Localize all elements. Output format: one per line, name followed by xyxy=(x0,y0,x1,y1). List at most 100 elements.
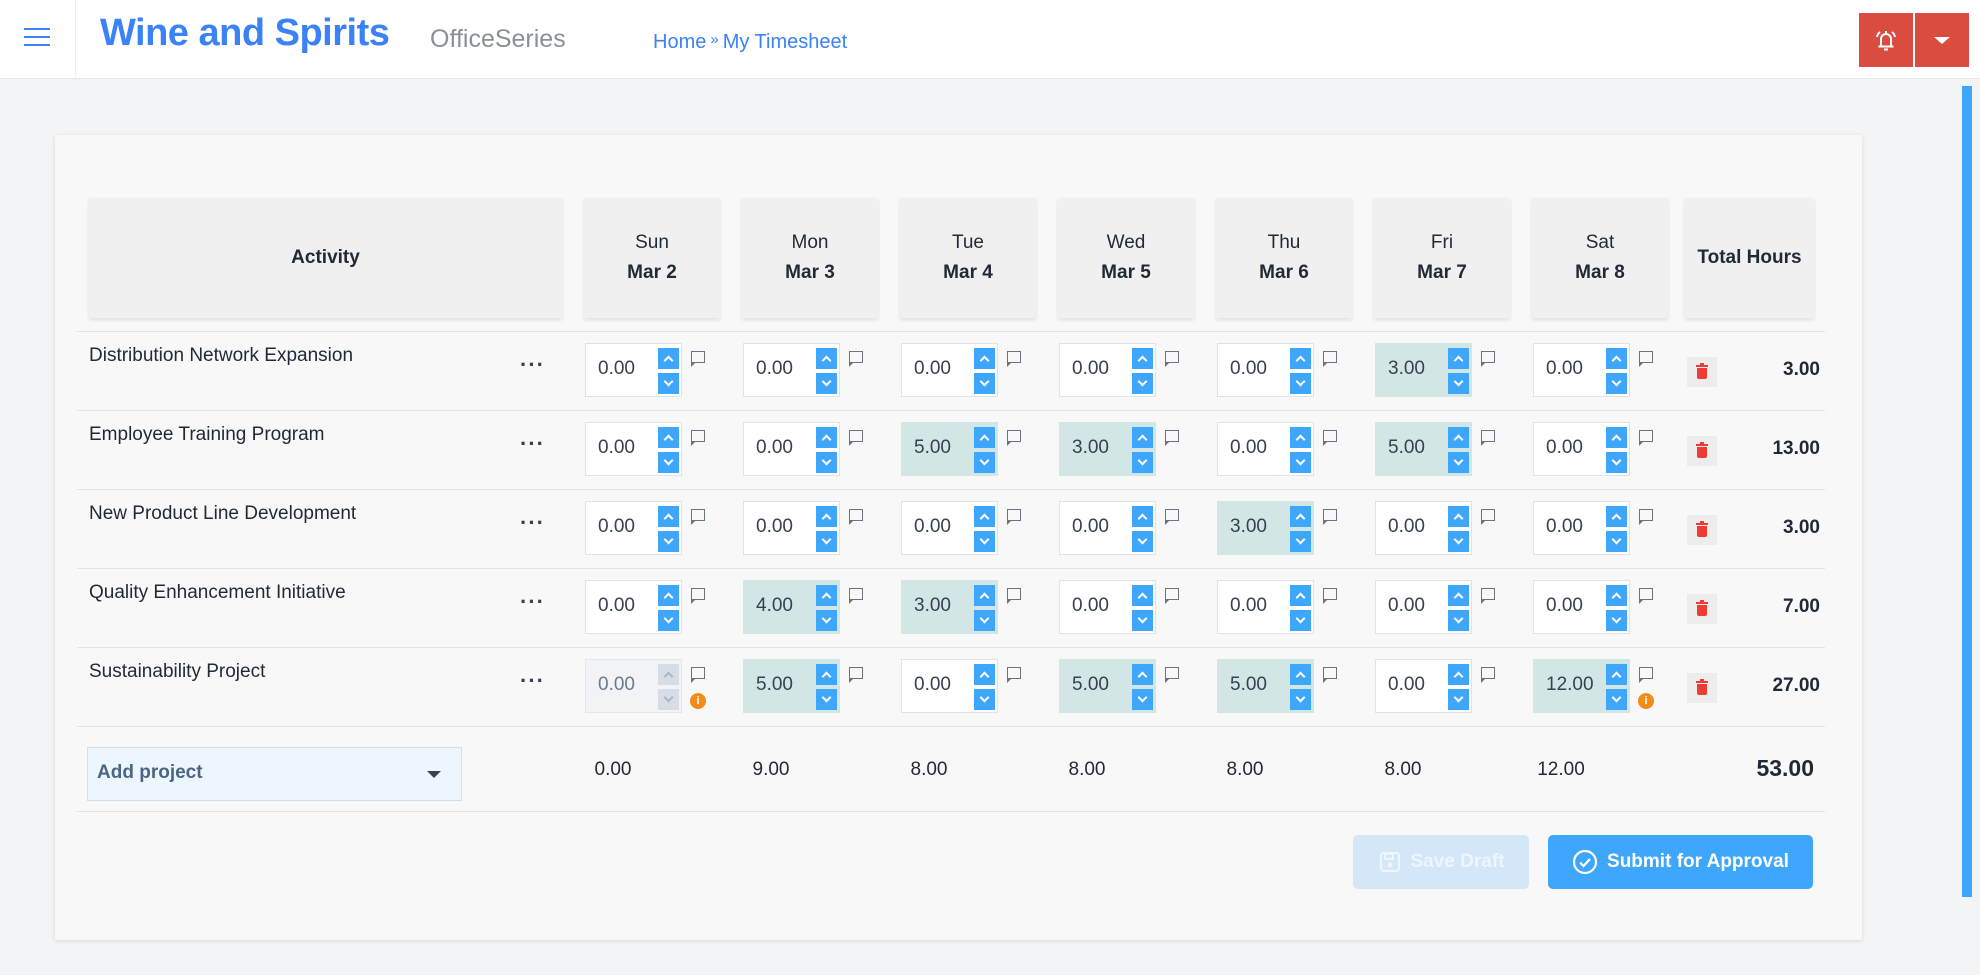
decrement-button[interactable] xyxy=(816,373,837,394)
hours-value[interactable] xyxy=(1230,437,1290,459)
comment-icon[interactable] xyxy=(1480,667,1495,683)
hours-input-wed[interactable] xyxy=(1059,422,1156,476)
hours-input-thu[interactable] xyxy=(1217,501,1314,555)
hours-input-fri[interactable] xyxy=(1375,422,1472,476)
increment-button[interactable] xyxy=(1606,664,1627,685)
delete-row-button[interactable] xyxy=(1687,673,1717,703)
decrement-button[interactable] xyxy=(1290,689,1311,710)
decrement-button[interactable] xyxy=(1606,531,1627,552)
comment-icon[interactable] xyxy=(1638,667,1653,683)
vertical-scrollbar[interactable] xyxy=(1962,86,1972,897)
decrement-button[interactable] xyxy=(658,610,679,631)
comment-icon[interactable] xyxy=(1006,667,1021,683)
decrement-button[interactable] xyxy=(1448,452,1469,473)
decrement-button[interactable] xyxy=(1132,610,1153,631)
comment-icon[interactable] xyxy=(1480,588,1495,604)
hours-input-sat[interactable] xyxy=(1533,580,1630,634)
hamburger-menu-icon[interactable] xyxy=(24,28,52,50)
hours-input-sun[interactable] xyxy=(585,422,682,476)
hours-value[interactable] xyxy=(914,358,974,380)
increment-button[interactable] xyxy=(816,664,837,685)
info-icon[interactable]: i xyxy=(690,693,706,709)
hours-value[interactable] xyxy=(1230,516,1290,538)
decrement-button[interactable] xyxy=(1290,452,1311,473)
comment-icon[interactable] xyxy=(848,667,863,683)
increment-button[interactable] xyxy=(658,348,679,369)
hours-input-tue[interactable] xyxy=(901,580,998,634)
hours-input-tue[interactable] xyxy=(901,422,998,476)
increment-button[interactable] xyxy=(974,664,995,685)
increment-button[interactable] xyxy=(816,348,837,369)
decrement-button[interactable] xyxy=(974,373,995,394)
increment-button[interactable] xyxy=(1132,348,1153,369)
increment-button[interactable] xyxy=(816,427,837,448)
breadcrumb-home[interactable]: Home xyxy=(653,31,706,53)
hours-value[interactable] xyxy=(1230,595,1290,617)
hours-input-sat[interactable] xyxy=(1533,659,1630,713)
decrement-button[interactable] xyxy=(816,610,837,631)
comment-icon[interactable] xyxy=(1480,430,1495,446)
decrement-button[interactable] xyxy=(974,531,995,552)
comment-icon[interactable] xyxy=(1480,509,1495,525)
decrement-button[interactable] xyxy=(1606,373,1627,394)
increment-button[interactable] xyxy=(974,427,995,448)
hours-value[interactable] xyxy=(914,437,974,459)
hours-value[interactable] xyxy=(1072,358,1132,380)
hours-input-fri[interactable] xyxy=(1375,343,1472,397)
increment-button[interactable] xyxy=(1290,348,1311,369)
submit-for-approval-button[interactable]: Submit for Approval xyxy=(1548,835,1813,889)
comment-icon[interactable] xyxy=(1322,588,1337,604)
decrement-button[interactable] xyxy=(1290,531,1311,552)
increment-button[interactable] xyxy=(1448,506,1469,527)
decrement-button[interactable] xyxy=(1290,373,1311,394)
hours-input-mon[interactable] xyxy=(743,659,840,713)
delete-row-button[interactable] xyxy=(1687,357,1717,387)
comment-icon[interactable] xyxy=(1164,430,1179,446)
comment-icon[interactable] xyxy=(1006,430,1021,446)
notifications-button[interactable] xyxy=(1859,13,1913,67)
hours-input-wed[interactable] xyxy=(1059,659,1156,713)
hours-value[interactable] xyxy=(1072,595,1132,617)
hours-input-wed[interactable] xyxy=(1059,580,1156,634)
hours-input-sat[interactable] xyxy=(1533,501,1630,555)
hours-input-sun[interactable] xyxy=(585,343,682,397)
comment-icon[interactable] xyxy=(1322,667,1337,683)
increment-button[interactable] xyxy=(974,348,995,369)
hours-input-wed[interactable] xyxy=(1059,343,1156,397)
hours-input-tue[interactable] xyxy=(901,343,998,397)
hours-value[interactable] xyxy=(1546,674,1606,696)
hours-value[interactable] xyxy=(1230,674,1290,696)
decrement-button[interactable] xyxy=(974,610,995,631)
decrement-button[interactable] xyxy=(816,452,837,473)
app-title[interactable]: Wine and Spirits xyxy=(100,12,390,55)
hours-value[interactable] xyxy=(598,358,658,380)
hours-input-fri[interactable] xyxy=(1375,580,1472,634)
comment-icon[interactable] xyxy=(848,351,863,367)
hours-value[interactable] xyxy=(1388,358,1448,380)
hours-value[interactable] xyxy=(598,437,658,459)
hours-value[interactable] xyxy=(1388,595,1448,617)
hours-input-mon[interactable] xyxy=(743,343,840,397)
delete-row-button[interactable] xyxy=(1687,594,1717,624)
comment-icon[interactable] xyxy=(1006,509,1021,525)
comment-icon[interactable] xyxy=(690,430,705,446)
comment-icon[interactable] xyxy=(1322,509,1337,525)
decrement-button[interactable] xyxy=(816,531,837,552)
hours-value[interactable] xyxy=(914,674,974,696)
decrement-button[interactable] xyxy=(1606,689,1627,710)
hours-value[interactable] xyxy=(598,595,658,617)
increment-button[interactable] xyxy=(1448,348,1469,369)
hours-value[interactable] xyxy=(1072,674,1132,696)
increment-button[interactable] xyxy=(658,585,679,606)
hours-input-thu[interactable] xyxy=(1217,659,1314,713)
increment-button[interactable] xyxy=(974,506,995,527)
info-icon[interactable]: i xyxy=(1638,693,1654,709)
hours-value[interactable] xyxy=(914,516,974,538)
comment-icon[interactable] xyxy=(1638,588,1653,604)
hours-value[interactable] xyxy=(1546,358,1606,380)
decrement-button[interactable] xyxy=(1448,373,1469,394)
hours-input-wed[interactable] xyxy=(1059,501,1156,555)
hours-input-fri[interactable] xyxy=(1375,501,1472,555)
increment-button[interactable] xyxy=(1290,506,1311,527)
hours-value[interactable] xyxy=(1388,516,1448,538)
